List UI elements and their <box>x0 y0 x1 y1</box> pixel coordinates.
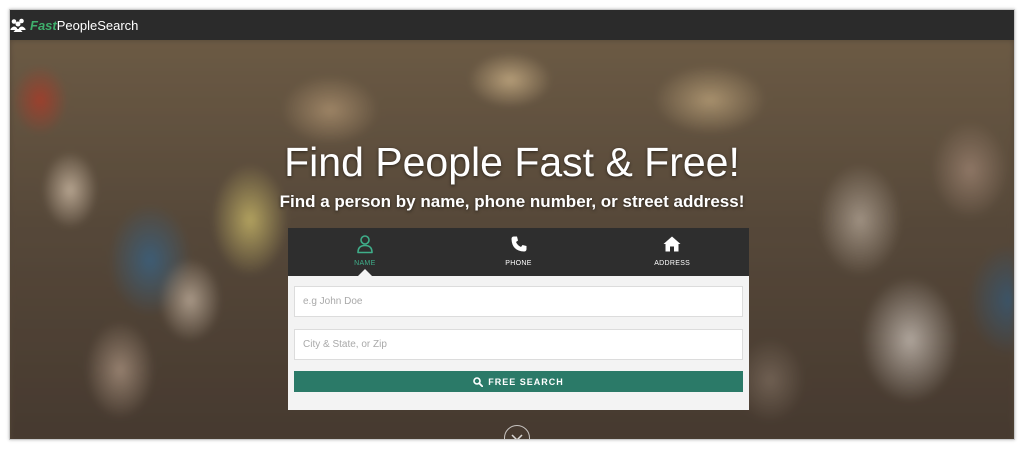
tab-name[interactable]: NAME <box>288 228 442 276</box>
tab-address[interactable]: ADDRESS <box>595 228 749 276</box>
name-search-input[interactable] <box>294 286 743 317</box>
hero-title: Find People Fast & Free! <box>284 139 740 185</box>
brand-name-rest: PeopleSearch <box>56 17 139 33</box>
tab-name-label: NAME <box>354 260 376 267</box>
free-search-button[interactable]: FREE SEARCH <box>294 371 743 392</box>
top-navbar: Fast PeopleSearch <box>10 10 1014 40</box>
tab-address-label: ADDRESS <box>654 260 691 267</box>
hero-subtitle: Find a person by name, phone number, or … <box>279 192 745 211</box>
home-icon <box>663 236 681 252</box>
hero-section: Find People Fast & Free! Find a person b… <box>10 40 1014 439</box>
free-search-label: FREE SEARCH <box>488 376 564 387</box>
chevron-down-icon <box>511 434 523 439</box>
phone-icon <box>511 236 526 252</box>
location-input[interactable] <box>294 329 743 360</box>
people-group-icon <box>10 18 26 32</box>
tab-phone-label: PHONE <box>505 260 532 267</box>
tab-phone[interactable]: PHONE <box>442 228 596 276</box>
search-panel: NAME PHONE ADDRESS e.g John Doe City & S… <box>288 228 749 410</box>
brand-name-fast: Fast <box>30 17 57 33</box>
person-icon <box>357 235 373 254</box>
browser-viewport: Fast PeopleSearch Find People Fast & Fre… <box>9 9 1015 440</box>
search-tabs: NAME PHONE ADDRESS <box>288 228 749 276</box>
brand-logo-link[interactable]: Fast PeopleSearch <box>10 10 138 40</box>
search-icon <box>473 376 484 387</box>
